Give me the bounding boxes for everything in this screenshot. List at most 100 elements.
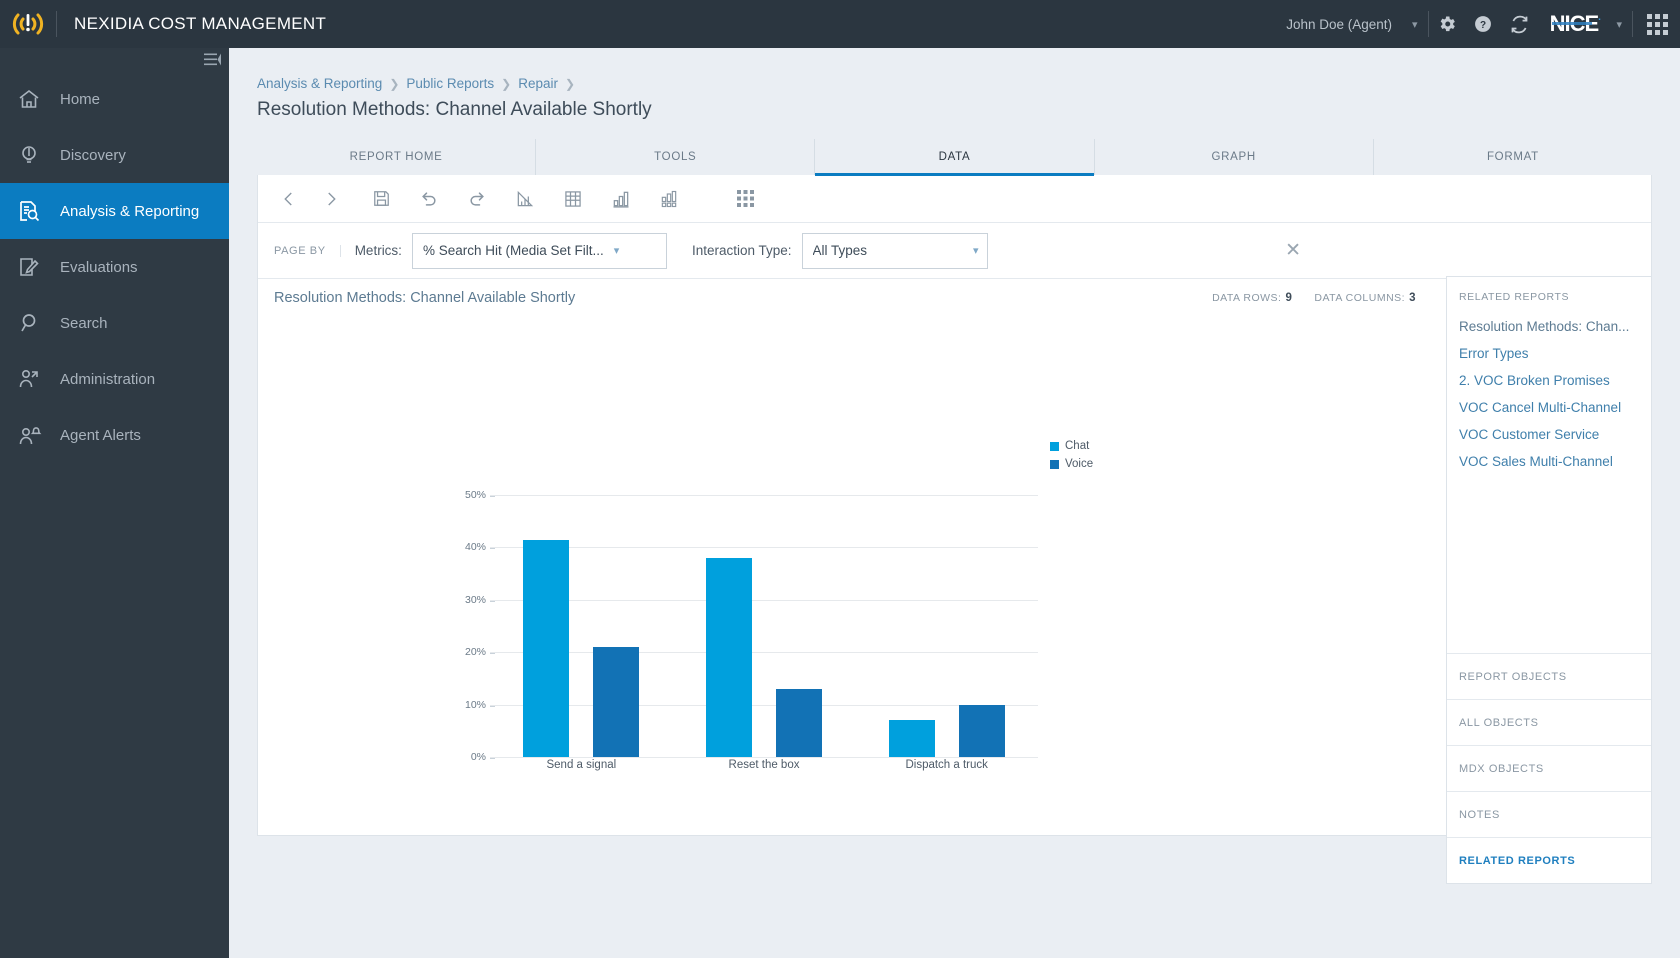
chart-bar[interactable] <box>776 688 822 757</box>
chart-y-tick-label: 20% <box>464 646 496 659</box>
chart-legend: Chat Voice <box>1050 439 1093 475</box>
magnifier-icon <box>16 311 60 335</box>
gear-icon[interactable] <box>1437 14 1457 34</box>
top-bar: NEXIDIA COST MANAGEMENT John Doe (Agent)… <box>0 0 1680 48</box>
sidebar-item-label: Discovery <box>60 146 126 164</box>
interaction-type-label: Interaction Type: <box>691 243 792 258</box>
chart-legend-item[interactable]: Chat <box>1050 439 1093 453</box>
panel-section-mdx-objects[interactable]: MDX OBJECTS <box>1447 745 1651 791</box>
panel-section-related-reports[interactable]: RELATED REPORTS <box>1447 837 1651 883</box>
report-header: Resolution Methods: Channel Available Sh… <box>258 279 1651 317</box>
area-chart-icon[interactable] <box>508 182 542 216</box>
tab-format[interactable]: FORMAT <box>1374 139 1652 175</box>
chart-y-tick-label: 0% <box>470 751 496 763</box>
chevron-down-icon: ▾ <box>972 245 979 257</box>
breadcrumb-item-analysis-reporting[interactable]: Analysis & Reporting <box>257 76 382 91</box>
grid-table-icon[interactable] <box>556 182 590 216</box>
user-bell-icon <box>16 423 60 447</box>
tab-data[interactable]: DATA <box>815 139 1095 176</box>
chart-gridline <box>490 757 1038 758</box>
interaction-type-select[interactable]: All Types ▾ <box>801 232 988 269</box>
user-settings-icon <box>16 367 60 391</box>
interaction-type-select-value: All Types <box>812 243 868 258</box>
apps-grid-icon[interactable] <box>728 182 762 216</box>
back-arrow-icon[interactable] <box>272 182 306 216</box>
related-report-link[interactable]: Error Types <box>1447 340 1651 367</box>
chart-x-tick-label: Reset the box <box>728 759 800 771</box>
breadcrumb: Analysis & Reporting ❯ Public Reports ❯ Repa… <box>229 48 1680 91</box>
chart-y-tick-label: 30% <box>464 593 496 606</box>
report-toolbar <box>258 175 1651 223</box>
document-pencil-icon <box>16 255 60 279</box>
header-actions: John Doe (Agent) ▾ ? NICE· ▾ <box>1286 0 1680 48</box>
close-icon[interactable]: ✕ <box>1279 239 1307 262</box>
collapse-panel-icon <box>204 53 221 66</box>
brand-menu-chevron-down-icon[interactable]: ▾ <box>1606 18 1632 31</box>
waffle-grid-icon[interactable] <box>1647 13 1668 35</box>
refresh-icon[interactable] <box>1509 14 1530 35</box>
related-report-link[interactable]: VOC Sales Multi-Channel <box>1447 448 1651 475</box>
tab-graph[interactable]: GRAPH <box>1095 139 1374 175</box>
header-divider <box>1427 11 1429 37</box>
chart-bar[interactable] <box>958 704 1005 757</box>
sidebar-item-label: Analysis & Reporting <box>60 202 200 220</box>
breadcrumb-separator-icon: ❯ <box>501 77 512 91</box>
main-content: Analysis & Reporting ❯ Public Reports ❯ Repa… <box>229 48 1680 958</box>
sidebar-item-search[interactable]: Search <box>0 295 229 351</box>
nice-brand-dot: · <box>1598 14 1602 26</box>
related-report-link[interactable]: VOC Customer Service <box>1447 421 1651 448</box>
bar-chart-icon[interactable] <box>604 182 638 216</box>
legend-label: Chat <box>1065 440 1090 452</box>
nexidia-logo[interactable] <box>0 0 56 48</box>
report-meta: DATA ROWS: 9 DATA COLUMNS: 3 <box>1212 292 1416 304</box>
signal-alert-icon <box>12 13 44 35</box>
related-report-link[interactable]: Resolution Methods: Chan... <box>1447 313 1651 340</box>
data-rows-meta: DATA ROWS: 9 <box>1212 292 1293 304</box>
legend-swatch <box>1050 459 1059 469</box>
sidebar-item-administration[interactable]: Administration <box>0 351 229 407</box>
chart-legend-item[interactable]: Voice <box>1050 457 1093 471</box>
sidebar-item-label: Search <box>60 314 108 332</box>
undo-icon[interactable] <box>412 182 446 216</box>
breadcrumb-separator-icon: ❯ <box>389 77 400 91</box>
sidebar-item-discovery[interactable]: Discovery <box>0 127 229 183</box>
related-report-link[interactable]: 2. VOC Broken Promises <box>1447 367 1651 394</box>
document-search-icon <box>16 199 60 223</box>
sidebar-item-agent-alerts[interactable]: Agent Alerts <box>0 407 229 463</box>
sidebar-item-evaluations[interactable]: Evaluations <box>0 239 229 295</box>
data-columns-value: 3 <box>1409 292 1416 304</box>
related-reports-heading: RELATED REPORTS <box>1459 291 1570 303</box>
chart-canvas: 0% 10% 20% 30% 40% 50% Send a signal Reset the… <box>258 317 1651 835</box>
tab-tools[interactable]: TOOLS <box>536 139 816 175</box>
panel-section-notes[interactable]: NOTES <box>1447 791 1651 837</box>
save-floppy-icon[interactable] <box>364 182 398 216</box>
panel-section-report-objects[interactable]: REPORT OBJECTS <box>1447 653 1651 699</box>
grid-chart-icon[interactable] <box>652 182 686 216</box>
breadcrumb-item-repair[interactable]: Repair <box>518 76 558 91</box>
header-divider <box>1632 11 1633 37</box>
redo-icon[interactable] <box>460 182 494 216</box>
report-title: Resolution Methods: Channel Available Sh… <box>274 290 576 306</box>
metrics-select[interactable]: % Search Hit (Media Set Filt... ▾ <box>411 232 667 269</box>
tab-report-home[interactable]: REPORT HOME <box>257 139 537 175</box>
metrics-select-value: % Search Hit (Media Set Filt... <box>422 243 604 258</box>
chart-bar[interactable] <box>706 557 752 757</box>
user-menu-chevron-down-icon[interactable]: ▾ <box>1402 18 1428 31</box>
bar-chart: 0% 10% 20% 30% 40% 50% Send a signal Reset the… <box>465 489 1038 771</box>
related-report-link[interactable]: VOC Cancel Multi-Channel <box>1447 394 1651 421</box>
chart-bar[interactable] <box>888 720 935 757</box>
sidebar-collapse-button[interactable] <box>0 48 229 71</box>
sidebar-item-home[interactable]: Home <box>0 71 229 127</box>
chevron-down-icon: ▾ <box>613 245 620 257</box>
forward-arrow-icon[interactable] <box>314 182 348 216</box>
question-circle-icon[interactable]: ? <box>1473 14 1493 34</box>
sidebar-item-analysis-reporting[interactable]: Analysis & Reporting <box>0 183 229 239</box>
sidebar-item-label: Agent Alerts <box>60 426 141 444</box>
chart-bar[interactable] <box>523 539 570 757</box>
right-panel: RELATED REPORTS Resolution Methods: Chan… <box>1446 276 1652 884</box>
svg-text:?: ? <box>1480 20 1486 31</box>
chart-bar-group: Dispatch a truck <box>855 495 1038 771</box>
panel-section-all-objects[interactable]: ALL OBJECTS <box>1447 699 1651 745</box>
chart-bar[interactable] <box>593 646 640 757</box>
breadcrumb-item-public-reports[interactable]: Public Reports <box>406 76 494 91</box>
